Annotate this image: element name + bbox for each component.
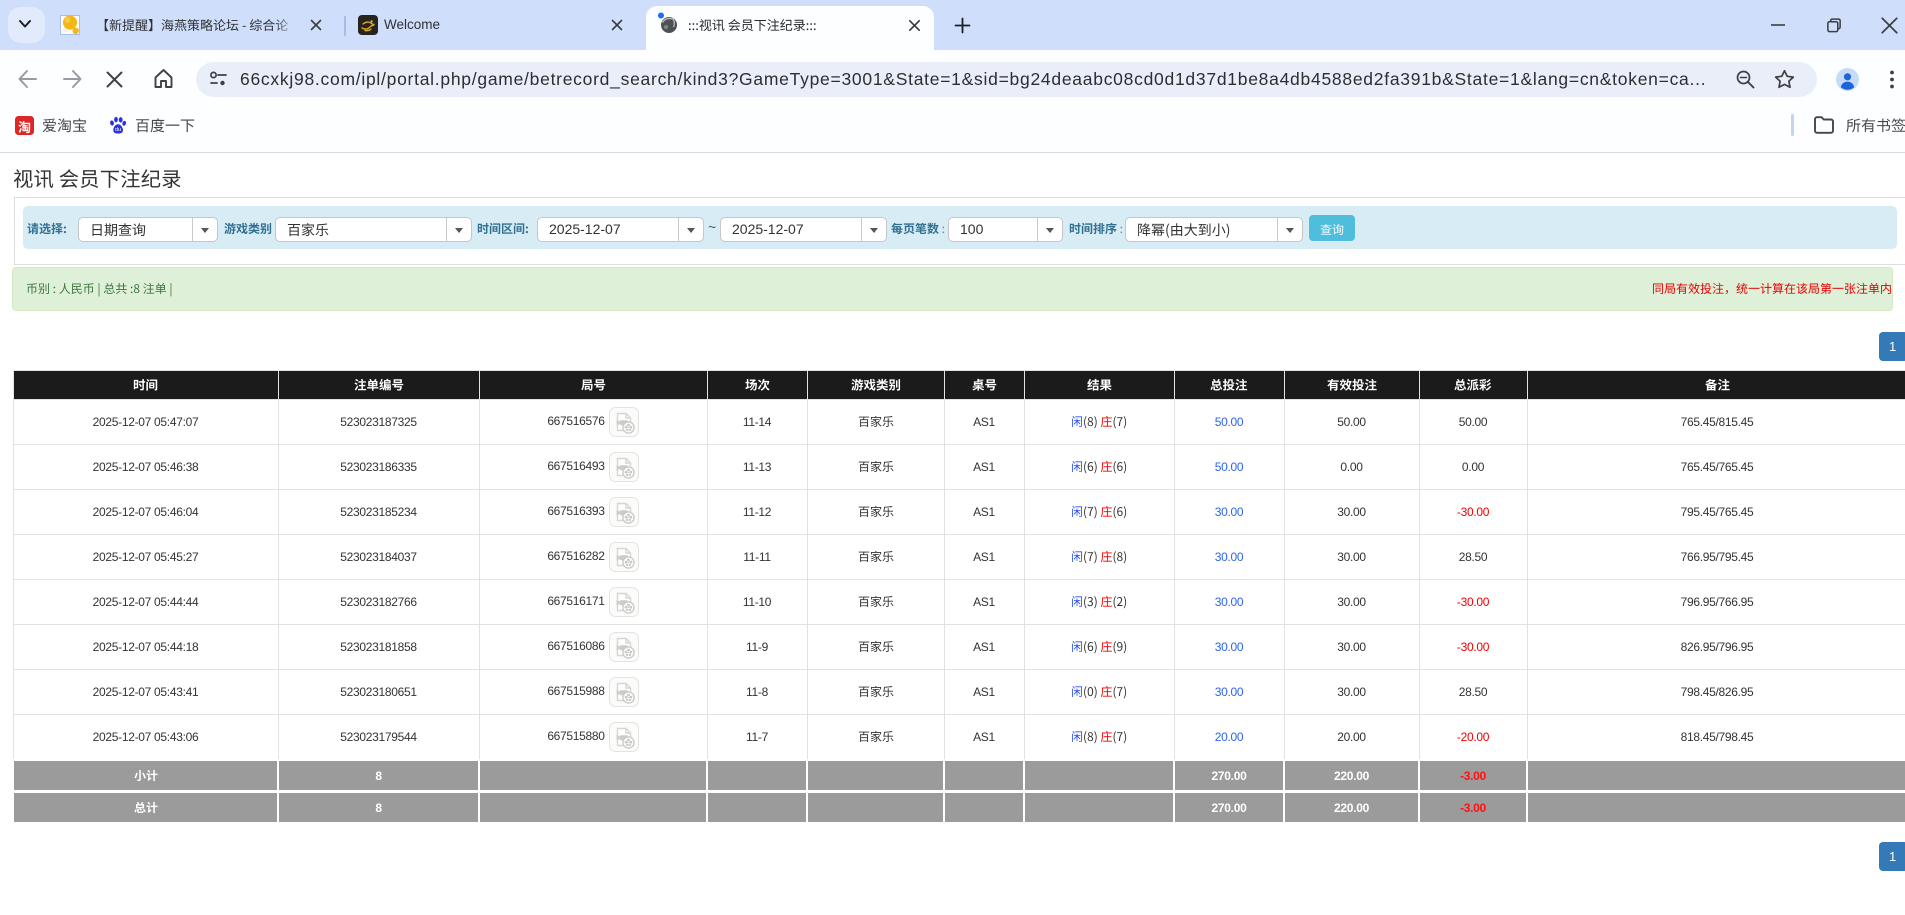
svg-text:du: du — [115, 127, 121, 133]
